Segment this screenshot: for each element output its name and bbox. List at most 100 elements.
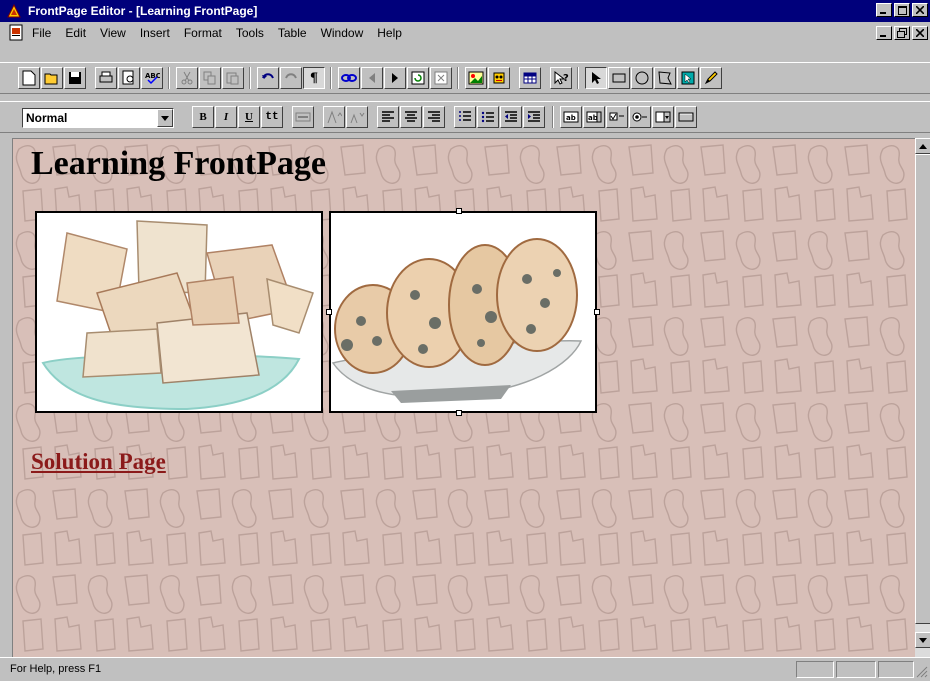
menu-insert[interactable]: Insert [140,26,170,40]
decrease-indent-icon[interactable] [500,106,522,128]
paste-icon[interactable] [222,67,244,89]
rectangle-icon[interactable] [608,67,630,89]
hotspot-icon[interactable] [677,67,699,89]
underline-label: U [245,111,253,123]
table-icon[interactable] [519,67,541,89]
resize-handle[interactable] [456,208,462,214]
pencil-icon[interactable] [700,67,722,89]
select-icon[interactable] [585,67,607,89]
refresh-icon[interactable] [407,67,429,89]
menu-edit[interactable]: Edit [65,26,86,40]
scroll-up-icon[interactable] [915,138,930,154]
scroll-down-icon[interactable] [915,632,930,648]
align-left-icon[interactable] [377,106,399,128]
doc-restore-icon[interactable] [894,26,910,40]
back-icon[interactable] [361,67,383,89]
radio-button-icon[interactable] [629,106,651,128]
format-toolbar: Normal B I U tt ab ab [0,101,930,133]
cookies-drawing [331,213,595,411]
title-bar[interactable]: FrontPage Editor - [Learning FrontPage] [0,0,930,22]
frontpage-app-icon[interactable] [6,3,22,19]
cookies-image[interactable] [329,211,597,413]
page-title[interactable]: Learning FrontPage [31,145,326,183]
resize-handle[interactable] [594,309,600,315]
forward-icon[interactable] [384,67,406,89]
paragraph-marks-icon[interactable]: ¶ [303,67,325,89]
menu-table[interactable]: Table [278,26,307,40]
svg-text:ab: ab [566,114,576,122]
cut-icon[interactable] [176,67,198,89]
standard-toolbar: ABC ¶ ? [0,62,930,94]
image-icon[interactable] [465,67,487,89]
resize-grip-icon[interactable] [916,666,928,678]
typewriter-label: tt [265,111,279,123]
spelling-icon[interactable]: ABC [141,67,163,89]
align-center-icon[interactable] [400,106,422,128]
menu-file[interactable]: File [32,26,51,40]
print-icon[interactable] [95,67,117,89]
checkbox-icon[interactable] [606,106,628,128]
status-bar: For Help, press F1 [0,657,930,681]
scroll-thumb[interactable] [915,154,930,624]
window-title: FrontPage Editor - [Learning FrontPage] [28,4,258,18]
bulleted-list-icon[interactable] [477,106,499,128]
doc-minimize-icon[interactable] [876,26,892,40]
menu-view[interactable]: View [100,26,126,40]
italic-label: I [223,111,229,123]
circle-icon[interactable] [631,67,653,89]
align-right-icon[interactable] [423,106,445,128]
style-select[interactable]: Normal [22,108,174,128]
undo-icon[interactable] [257,67,279,89]
close-icon[interactable] [912,3,928,17]
style-select-value: Normal [26,111,68,125]
menu-help[interactable]: Help [377,26,402,40]
text-color-icon[interactable] [292,106,314,128]
copy-icon[interactable] [199,67,221,89]
decrease-font-icon[interactable] [346,106,368,128]
maximize-icon[interactable] [894,3,910,17]
italic-button[interactable]: I [215,106,237,128]
bold-button[interactable]: B [192,106,214,128]
document-icon[interactable] [8,24,26,42]
help-pointer-icon[interactable]: ? [550,67,572,89]
resize-handle[interactable] [456,410,462,416]
hyperlink-icon[interactable] [338,67,360,89]
frontpage-editor-window: FrontPage Editor - [Learning FrontPage] … [0,0,930,681]
doc-close-icon[interactable] [912,26,928,40]
numbered-list-icon[interactable] [454,106,476,128]
polygon-icon[interactable] [654,67,676,89]
open-icon[interactable] [41,67,63,89]
crackers-image[interactable] [35,211,323,413]
print-preview-icon[interactable] [118,67,140,89]
save-icon[interactable] [64,67,86,89]
bold-label: B [199,111,207,123]
increase-indent-icon[interactable] [523,106,545,128]
scrolling-text-icon[interactable]: ab [583,106,605,128]
chevron-down-icon[interactable] [157,109,173,127]
menu-format[interactable]: Format [184,26,222,40]
underline-button[interactable]: U [238,106,260,128]
editor-canvas[interactable]: Learning FrontPage Solution Page [12,138,915,657]
dropdown-menu-icon[interactable] [652,106,674,128]
vertical-scrollbar[interactable] [915,138,930,657]
menu-bar: File Edit View Insert Format Tools Table… [0,22,930,44]
push-button-icon[interactable] [675,106,697,128]
solution-page-link[interactable]: Solution Page [31,449,166,475]
new-page-icon[interactable] [18,67,40,89]
redo-icon[interactable] [280,67,302,89]
status-panel [878,661,914,678]
minimize-icon[interactable] [876,3,892,17]
crackers-drawing [37,213,321,411]
svg-text:ABC: ABC [145,72,160,80]
increase-font-icon[interactable] [323,106,345,128]
svg-text:ab: ab [588,114,598,122]
status-text: For Help, press F1 [10,663,102,675]
typewriter-button[interactable]: tt [261,106,283,128]
textbox-icon[interactable]: ab [560,106,582,128]
svg-text:?: ? [563,73,569,84]
webbot-icon[interactable] [488,67,510,89]
stop-icon[interactable] [430,67,452,89]
resize-handle[interactable] [326,309,332,315]
menu-window[interactable]: Window [321,26,364,40]
menu-tools[interactable]: Tools [236,26,264,40]
